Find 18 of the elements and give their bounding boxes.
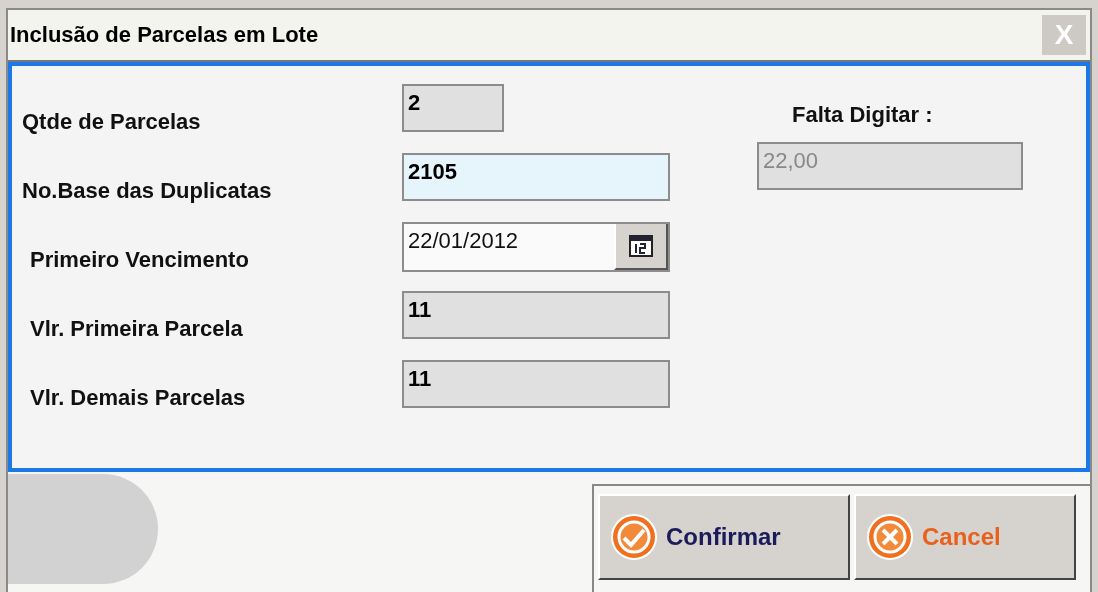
field-label: Falta Digitar : <box>791 102 933 128</box>
field-label: Vlr. Primeira Parcela <box>29 314 244 342</box>
readonly-field[interactable]: 11 <box>402 291 670 339</box>
input-field[interactable]: 2105 <box>402 153 670 201</box>
check-icon <box>610 513 658 561</box>
date-field[interactable]: 22/01/2012 <box>402 222 670 272</box>
calendar-icon <box>628 234 654 258</box>
window-title: Inclusão de Parcelas em Lote <box>10 22 319 48</box>
readonly-field: 22,00 <box>757 142 1023 190</box>
calendar-button[interactable] <box>614 224 668 270</box>
field-label: Qtde de Parcelas <box>22 107 202 135</box>
cancel-icon <box>866 513 914 561</box>
readonly-field[interactable]: 2 <box>402 84 504 132</box>
readonly-field[interactable]: 11 <box>402 360 670 408</box>
confirm-button[interactable]: Confirmar <box>598 494 850 580</box>
field-label: Primeiro Vencimento <box>29 245 250 273</box>
field-label: No.Base das Duplicatas <box>22 176 273 204</box>
field-label: Vlr. Demais Parcelas <box>29 383 247 411</box>
